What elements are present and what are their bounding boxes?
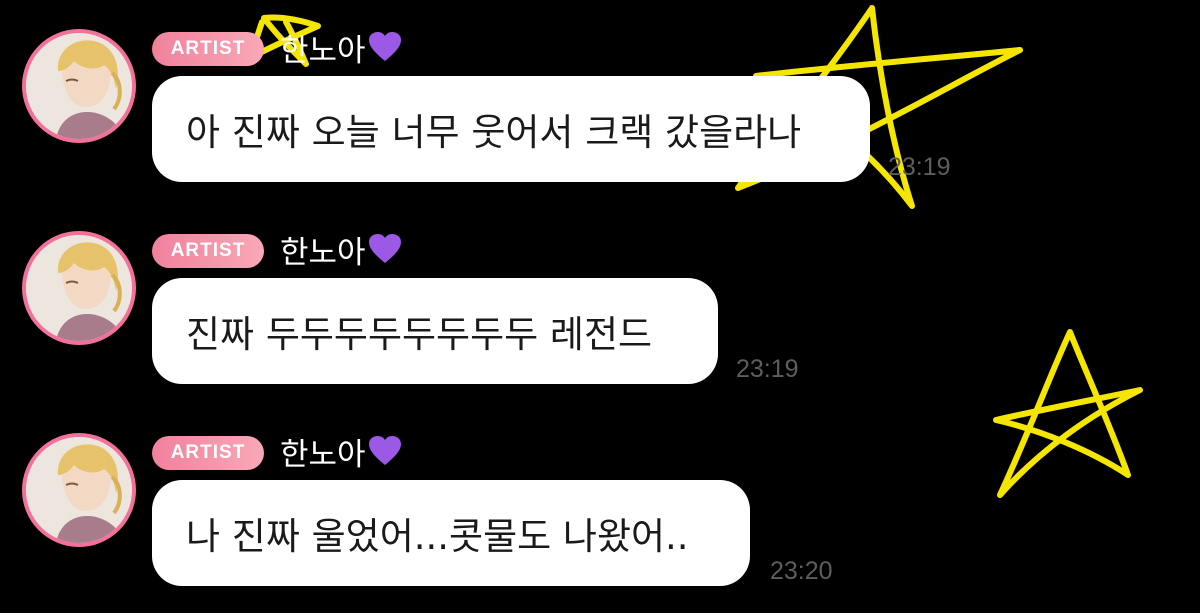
avatar-portrait-image (26, 235, 132, 341)
sender-name-row[interactable]: 한노아 (280, 25, 402, 69)
message-timestamp: 23:19 (736, 355, 799, 383)
purple-heart-icon (368, 32, 401, 61)
sender-name: 한노아 (280, 32, 366, 69)
sender-name-row[interactable]: 한노아 (280, 227, 402, 271)
message-timestamp: 23:19 (888, 153, 951, 181)
avatar-portrait-image (26, 437, 132, 543)
sender-name-row[interactable]: 한노아 (280, 429, 402, 473)
artist-badge: ARTIST (152, 32, 264, 66)
chat-message: ARTIST 한노아 진짜 두두두두두두두두 레전드 23:19 (0, 231, 1200, 411)
message-bubble[interactable]: 나 진짜 울었어...콧물도 나왔어.. (152, 480, 750, 586)
purple-heart-icon (368, 234, 401, 263)
artist-badge: ARTIST (152, 234, 264, 268)
message-bubble[interactable]: 진짜 두두두두두두두두 레전드 (152, 278, 718, 384)
avatar[interactable] (22, 29, 136, 143)
artist-badge: ARTIST (152, 436, 264, 470)
sender-name: 한노아 (280, 436, 366, 473)
avatar-portrait-image (26, 33, 132, 139)
message-bubble[interactable]: 아 진짜 오늘 너무 웃어서 크랙 갔을라나 (152, 76, 870, 182)
message-timestamp: 23:20 (770, 557, 833, 585)
sender-name: 한노아 (280, 234, 366, 271)
purple-heart-icon (368, 436, 401, 465)
avatar[interactable] (22, 231, 136, 345)
avatar[interactable] (22, 433, 136, 547)
chat-message: ARTIST 한노아 아 진짜 오늘 너무 웃어서 크랙 갔을라나 23:19 (0, 29, 1200, 209)
chat-message: ARTIST 한노아 나 진짜 울었어...콧물도 나왔어.. 23:20 (0, 433, 1200, 613)
